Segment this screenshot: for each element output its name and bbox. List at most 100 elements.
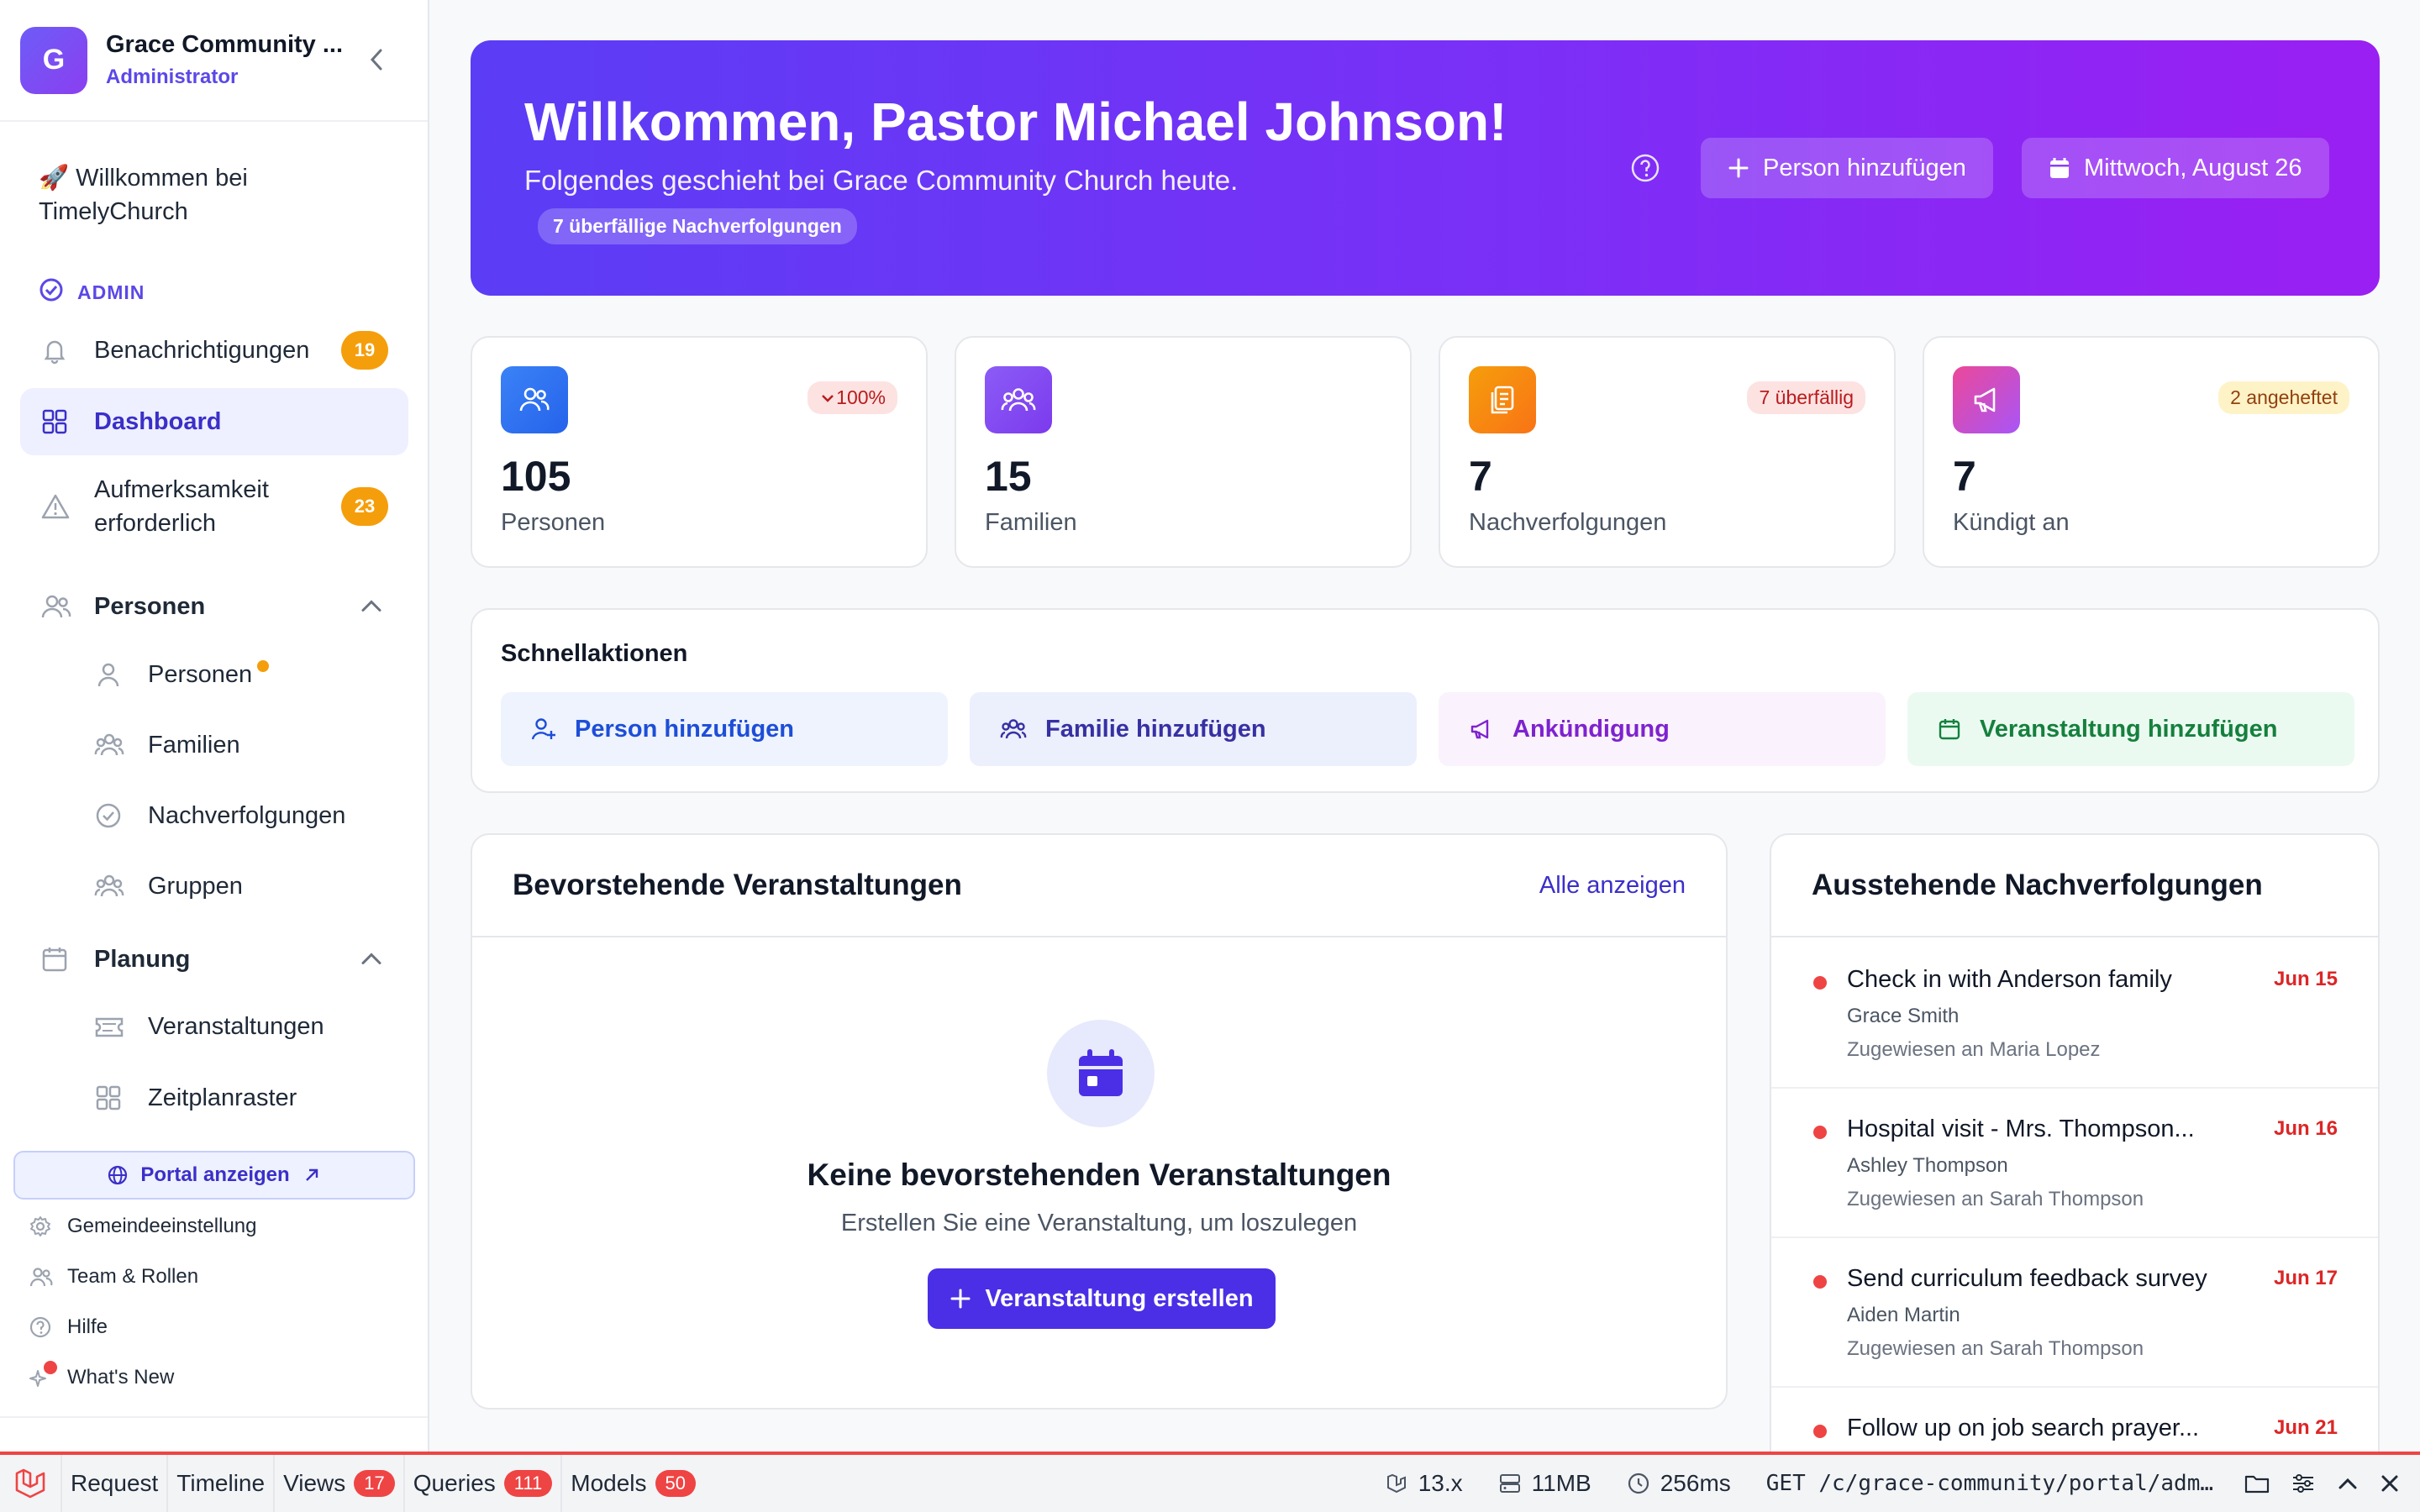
nav-schedule-grid[interactable]: Zeitplanraster bbox=[94, 1084, 297, 1112]
users-icon bbox=[501, 366, 568, 433]
create-event-button[interactable]: Veranstaltung erstellen bbox=[928, 1268, 1276, 1329]
memory-usage: 11MB bbox=[1498, 1470, 1591, 1497]
attention-count-badge: 23 bbox=[341, 487, 388, 526]
org-name: Grace Community ... bbox=[106, 31, 344, 58]
users-icon bbox=[40, 592, 74, 621]
badge-check-icon bbox=[94, 801, 128, 830]
org-logo: G bbox=[20, 26, 87, 94]
folder-icon[interactable] bbox=[2244, 1472, 2270, 1495]
megaphone-icon bbox=[1469, 717, 1494, 741]
users-icon bbox=[29, 1266, 54, 1288]
nav-families[interactable]: Familien bbox=[94, 731, 240, 759]
laravel-icon bbox=[1385, 1472, 1408, 1495]
stat-label: Personen bbox=[501, 509, 606, 536]
stat-card-announcements[interactable]: 2 angeheftet 7 Kündigt an bbox=[1923, 336, 2380, 568]
overdue-badge: 7 überfällig bbox=[1747, 381, 1865, 414]
divider bbox=[0, 1416, 428, 1418]
debug-tab-queries[interactable]: Queries 111 bbox=[405, 1455, 563, 1512]
request-route: GET /c/grace-community/portal/adm… bbox=[1765, 1471, 2213, 1496]
laravel-version: 13.x bbox=[1385, 1470, 1463, 1497]
nav-people[interactable]: Personen bbox=[94, 660, 270, 689]
laravel-logo-icon[interactable] bbox=[0, 1455, 62, 1512]
page-title: Willkommen, Pastor Michael Johnson! bbox=[524, 92, 1507, 152]
calendar-icon bbox=[40, 945, 74, 974]
count-badge: 111 bbox=[503, 1470, 553, 1497]
nav-dashboard[interactable]: Dashboard bbox=[20, 388, 408, 455]
list-item[interactable]: Hospital visit - Mrs. Thompson... Ashley… bbox=[1771, 1089, 2378, 1238]
nav-followups[interactable]: Nachverfolgungen bbox=[94, 801, 345, 830]
pending-followups-card: Ausstehende Nachverfolgungen Check in wi… bbox=[1770, 833, 2380, 1472]
stat-value: 105 bbox=[501, 453, 571, 500]
bell-icon bbox=[40, 336, 74, 365]
nav-whats-new[interactable]: What's New bbox=[29, 1361, 174, 1389]
sparkles-icon bbox=[29, 1361, 57, 1389]
new-indicator-dot bbox=[44, 1361, 57, 1374]
group-icon bbox=[985, 366, 1052, 433]
stat-card-families[interactable]: 15 Familien bbox=[955, 336, 1412, 568]
priority-dot bbox=[1813, 1425, 1827, 1438]
pinned-badge: 2 angeheftet bbox=[2218, 381, 2349, 414]
due-date: Jun 21 bbox=[2273, 1416, 2338, 1439]
empty-state-title: Keine bevorstehenden Veranstaltungen bbox=[807, 1158, 1392, 1192]
nav-help[interactable]: Hilfe bbox=[29, 1315, 108, 1339]
count-badge: 50 bbox=[655, 1470, 696, 1497]
priority-dot bbox=[1813, 1275, 1827, 1289]
add-person-button[interactable]: Person hinzufügen bbox=[1701, 138, 1993, 198]
grid-icon bbox=[94, 1084, 128, 1112]
settings-sliders-icon[interactable] bbox=[2291, 1472, 2316, 1495]
list-item[interactable]: Check in with Anderson family Grace Smit… bbox=[1771, 939, 2378, 1089]
chevron-up-icon bbox=[360, 593, 383, 621]
org-header[interactable]: G Grace Community ... Administrator bbox=[0, 0, 428, 122]
group-icon bbox=[94, 731, 128, 759]
nav-groups[interactable]: Gruppen bbox=[94, 872, 243, 900]
date-button[interactable]: Mittwoch, August 26 bbox=[2022, 138, 2329, 198]
nav-events[interactable]: Veranstaltungen bbox=[94, 1013, 324, 1041]
chevron-up-icon bbox=[360, 946, 383, 974]
ticket-icon bbox=[94, 1015, 128, 1040]
quick-announcement-button[interactable]: Ankündigung bbox=[1439, 692, 1886, 766]
list-item[interactable]: Send curriculum feedback survey Aiden Ma… bbox=[1771, 1238, 2378, 1388]
org-role: Administrator bbox=[106, 66, 239, 88]
external-link-icon bbox=[302, 1165, 322, 1185]
nav-church-settings[interactable]: Gemeindeeinstellung bbox=[29, 1215, 256, 1238]
debug-tab-timeline[interactable]: Timeline bbox=[168, 1455, 276, 1512]
upcoming-events-header: Bevorstehende Veranstaltungen Alle anzei… bbox=[472, 835, 1726, 937]
nav-team-roles[interactable]: Team & Rollen bbox=[29, 1265, 198, 1289]
sidebar: G Grace Community ... Administrator 🚀 Wi… bbox=[0, 0, 429, 1452]
due-date: Jun 16 bbox=[2273, 1117, 2338, 1140]
debug-tab-models[interactable]: Models 50 bbox=[562, 1455, 704, 1512]
check-circle-icon bbox=[39, 277, 64, 307]
stat-card-people[interactable]: 100% 105 Personen bbox=[471, 336, 928, 568]
quick-add-family-button[interactable]: Familie hinzufügen bbox=[970, 692, 1417, 766]
due-date: Jun 17 bbox=[2273, 1267, 2338, 1289]
upcoming-events-card: Bevorstehende Veranstaltungen Alle anzei… bbox=[471, 833, 1728, 1410]
group-icon bbox=[1000, 717, 1027, 741]
help-circle-icon[interactable] bbox=[1630, 153, 1660, 187]
nav-attention-required[interactable]: Aufmerksamkeit erforderlich 23 bbox=[20, 470, 408, 543]
stat-value: 15 bbox=[985, 453, 1032, 500]
nav-section-planning[interactable]: Planung bbox=[20, 932, 408, 986]
welcome-banner: Willkommen, Pastor Michael Johnson! Folg… bbox=[471, 40, 2380, 296]
plus-icon bbox=[950, 1288, 971, 1310]
quick-add-person-button[interactable]: Person hinzufügen bbox=[501, 692, 948, 766]
due-date: Jun 15 bbox=[2273, 968, 2338, 990]
megaphone-icon bbox=[1953, 366, 2020, 433]
view-all-link[interactable]: Alle anzeigen bbox=[1539, 872, 1686, 900]
nav-section-people[interactable]: Personen bbox=[20, 580, 408, 633]
quick-add-event-button[interactable]: Veranstaltung hinzufügen bbox=[1907, 692, 2354, 766]
stat-card-followups[interactable]: 7 überfällig 7 Nachverfolgungen bbox=[1439, 336, 1896, 568]
plus-icon bbox=[1728, 157, 1749, 179]
quick-actions-title: Schnellaktionen bbox=[501, 640, 688, 667]
clock-icon bbox=[1627, 1472, 1650, 1495]
debug-bar: Request Timeline Views 17 Queries 111 Mode… bbox=[0, 1452, 2420, 1512]
chevron-left-icon[interactable] bbox=[364, 47, 389, 72]
overdue-followups-pill[interactable]: 7 überfällige Nachverfolgungen bbox=[538, 208, 857, 244]
view-portal-button[interactable]: Portal anzeigen bbox=[13, 1151, 415, 1200]
chevron-up-icon[interactable] bbox=[2336, 1475, 2360, 1492]
close-icon[interactable] bbox=[2380, 1473, 2400, 1494]
nav-notifications[interactable]: Benachrichtigungen 19 bbox=[20, 324, 408, 376]
debug-tab-request[interactable]: Request bbox=[62, 1455, 169, 1512]
chevron-down-icon bbox=[822, 394, 834, 402]
calendar-icon bbox=[1047, 1020, 1155, 1127]
debug-tab-views[interactable]: Views 17 bbox=[275, 1455, 405, 1512]
